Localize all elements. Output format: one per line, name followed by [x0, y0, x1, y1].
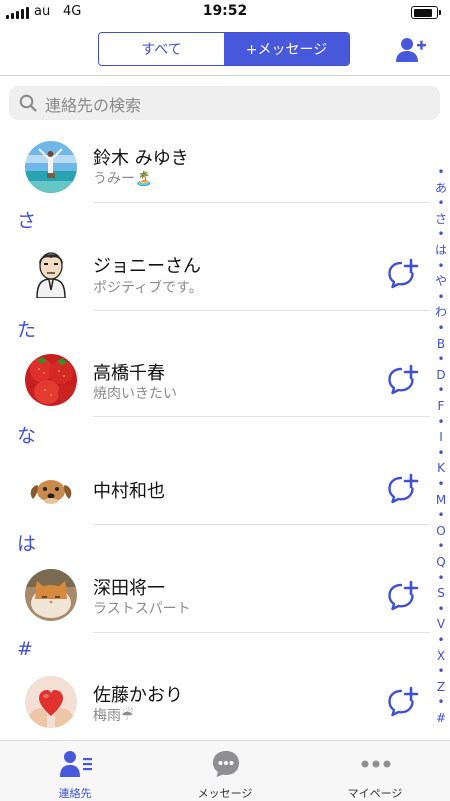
tab-label: 連絡先 — [58, 787, 92, 800]
chat-bubble-icon — [213, 751, 239, 777]
index-letter[interactable]: • — [434, 695, 448, 711]
contact-row[interactable]: 深田将一 ラストスパート — [0, 560, 430, 632]
tab-label: メッセージ — [197, 787, 253, 800]
row-divider — [93, 310, 430, 311]
tab-messages[interactable]: メッセージ — [150, 741, 300, 801]
start-message-icon[interactable] — [387, 258, 419, 290]
row-divider — [93, 524, 430, 525]
contact-row[interactable]: ジョニーさん ポジティブです。 — [0, 238, 430, 310]
index-letter[interactable]: • — [434, 633, 448, 649]
index-letter[interactable]: • — [434, 508, 448, 524]
index-letter[interactable]: • — [434, 446, 448, 462]
contact-avatar — [25, 676, 77, 728]
index-letter[interactable]: I — [434, 430, 448, 446]
contact-avatar — [25, 569, 77, 621]
contact-row[interactable]: 鈴木 みゆき うみー🏝️ — [0, 135, 430, 203]
index-letter[interactable]: あ — [434, 181, 448, 197]
index-letter[interactable]: V — [434, 617, 448, 633]
index-letter[interactable]: X — [434, 649, 448, 665]
contact-status: ラストスパート — [93, 601, 191, 617]
contact-status: 梅雨☔ — [93, 708, 134, 724]
contact-name: 高橋千春 — [93, 363, 165, 384]
contact-avatar — [25, 246, 77, 298]
index-letter[interactable]: さ — [434, 212, 448, 228]
start-message-icon[interactable] — [387, 364, 419, 396]
contact-row[interactable]: 中村和也 — [0, 455, 430, 525]
search-placeholder: 連絡先の検索 — [45, 96, 142, 115]
status-bar: au 4G 19:52 — [0, 0, 450, 24]
contact-name: 鈴木 みゆき — [93, 148, 189, 169]
index-letter[interactable]: Z — [434, 680, 448, 696]
index-letter[interactable]: Q — [434, 555, 448, 571]
index-letter[interactable]: • — [434, 602, 448, 618]
index-letter[interactable]: K — [434, 461, 448, 477]
search-icon — [19, 94, 37, 112]
index-letter[interactable]: • — [434, 477, 448, 493]
battery-icon — [411, 6, 441, 19]
section-header: は — [17, 533, 37, 555]
section-header: # — [17, 638, 33, 660]
start-message-icon[interactable] — [387, 686, 419, 718]
index-letter[interactable]: • — [434, 539, 448, 555]
tab-label: マイページ — [347, 787, 403, 800]
index-letter[interactable]: # — [434, 711, 448, 727]
segment-plus-message[interactable]: +メッセージ — [224, 33, 349, 65]
index-letter[interactable]: • — [434, 415, 448, 431]
clock: 19:52 — [202, 3, 248, 19]
contact-status: うみー🏝️ — [93, 171, 153, 187]
contact-status: 焼肉いきたい — [93, 386, 177, 402]
contact-row[interactable]: 高橋千春 焼肉いきたい — [0, 346, 430, 416]
index-letter[interactable]: • — [434, 196, 448, 212]
row-divider — [93, 632, 430, 633]
contact-avatar — [25, 354, 77, 406]
index-letter[interactable]: F — [434, 399, 448, 415]
start-message-icon[interactable] — [387, 580, 419, 612]
index-letter[interactable]: • — [434, 383, 448, 399]
tab-contacts[interactable]: 連絡先 — [0, 741, 150, 801]
row-divider — [93, 202, 430, 203]
section-header: た — [17, 319, 37, 341]
contact-filter-segmented-control: すべて +メッセージ — [98, 32, 350, 66]
contact-name: 深田将一 — [93, 578, 165, 599]
index-letter[interactable]: わ — [434, 305, 448, 321]
section-header: な — [17, 425, 37, 447]
contact-name: ジョニーさん — [93, 256, 201, 277]
index-letter[interactable]: • — [434, 352, 448, 368]
contact-search-field[interactable]: 連絡先の検索 — [9, 86, 440, 120]
add-contact-icon[interactable] — [396, 35, 426, 65]
tab-my-page[interactable]: マイページ — [300, 741, 450, 801]
index-letter[interactable]: M — [434, 493, 448, 509]
index-letter[interactable]: • — [434, 165, 448, 181]
more-dots-icon — [361, 760, 391, 768]
contact-status: ポジティブです。 — [93, 280, 203, 296]
contact-name: 佐藤かおり — [93, 685, 183, 706]
index-letter[interactable]: • — [434, 259, 448, 275]
index-letter[interactable]: • — [434, 664, 448, 680]
index-letter[interactable]: は — [434, 243, 448, 259]
index-letter[interactable]: や — [434, 274, 448, 290]
contact-row[interactable]: 佐藤かおり 梅雨☔ — [0, 668, 430, 738]
row-divider — [93, 416, 430, 417]
contacts-icon — [60, 751, 92, 777]
index-letter[interactable]: • — [434, 571, 448, 587]
index-letter[interactable]: S — [434, 586, 448, 602]
index-letter[interactable]: • — [434, 290, 448, 306]
index-letter[interactable]: • — [434, 227, 448, 243]
start-message-icon[interactable] — [387, 473, 419, 505]
index-letter[interactable]: • — [434, 321, 448, 337]
contact-name: 中村和也 — [93, 481, 165, 502]
tab-bar: 連絡先 メッセージ マイページ — [0, 740, 450, 801]
contact-avatar — [25, 463, 77, 515]
contact-avatar — [25, 141, 77, 193]
section-header: さ — [17, 210, 37, 232]
index-letter[interactable]: B — [434, 337, 448, 353]
segment-all[interactable]: すべて — [99, 33, 224, 65]
header-divider — [0, 75, 450, 76]
index-letter[interactable]: D — [434, 368, 448, 384]
index-letter[interactable]: O — [434, 524, 448, 540]
